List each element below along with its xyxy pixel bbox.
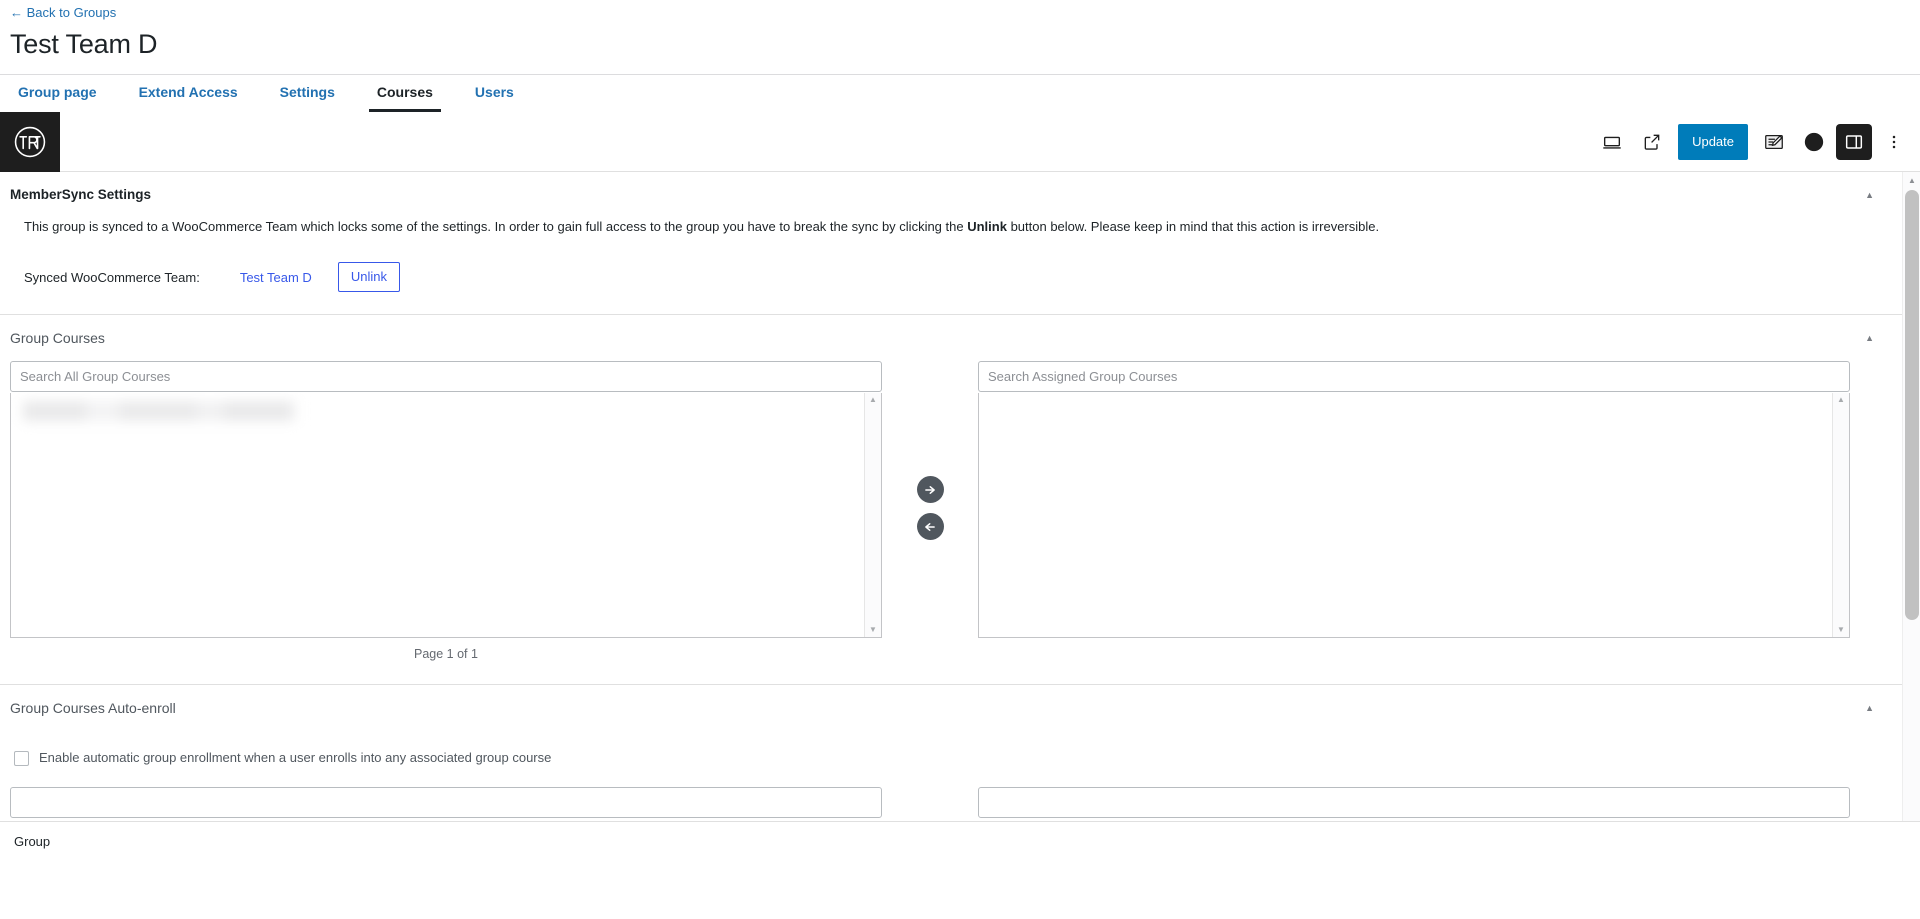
admin-bar-actions: Update (1594, 123, 1920, 160)
wordpress-logo-icon[interactable] (0, 111, 60, 172)
document-edit-icon[interactable] (1756, 124, 1792, 160)
auto-enroll-panel-header: Group Courses Auto-enroll ▲ (0, 685, 1902, 731)
tab-courses[interactable]: Courses (368, 84, 441, 112)
auto-enroll-checkbox-label[interactable]: Enable automatic group enrollment when a… (39, 749, 551, 767)
chevron-up-icon[interactable]: ▲ (1861, 187, 1878, 204)
editor-admin-bar: Update (0, 111, 1920, 172)
tab-settings[interactable]: Settings (272, 84, 343, 112)
back-to-groups-link[interactable]: ← Back to Groups (10, 4, 116, 22)
available-courses-listbox[interactable]: ▲ ▼ (10, 393, 882, 638)
membersync-panel-header: MemberSync Settings ▲ (0, 172, 1902, 218)
page-scrollbar[interactable]: ▲ ▼ (1902, 172, 1920, 861)
chevron-up-icon[interactable]: ▲ (1861, 330, 1878, 347)
chevron-up-icon[interactable]: ▲ (1861, 700, 1878, 717)
arrow-left-circle-icon[interactable] (916, 513, 944, 540)
scroll-up-arrow-icon[interactable]: ▲ (1837, 393, 1845, 407)
settings-panels: MemberSync Settings ▲ This group is sync… (0, 172, 1902, 818)
desc-part-2: button below. Please keep in mind that t… (1006, 219, 1380, 234)
scroll-down-arrow-icon[interactable]: ▼ (869, 623, 877, 637)
search-all-group-courses-input[interactable] (10, 361, 882, 392)
search-assigned-group-courses-input[interactable] (978, 361, 1850, 392)
list-item[interactable] (23, 401, 298, 421)
auto-enroll-checkbox[interactable] (14, 750, 29, 766)
editor-content-area: MemberSync Settings ▲ This group is sync… (0, 172, 1920, 861)
plugin-page-header: ← Back to Groups Test Team D (0, 0, 1920, 60)
panel-group-courses: Group Courses ▲ ▲ ▼ P (0, 314, 1902, 662)
available-courses-column: ▲ ▼ Page 1 of 1 (10, 361, 882, 662)
status-bar-breadcrumb[interactable]: Group (14, 834, 50, 849)
transfer-buttons (882, 361, 978, 540)
external-link-preview-icon[interactable] (1634, 124, 1670, 160)
editor-status-bar: Group (0, 821, 1920, 861)
desc-part-1: This group is synced to a WooCommerce Te… (24, 219, 968, 234)
arrow-right-circle-icon[interactable] (916, 476, 944, 503)
tab-group-page[interactable]: Group page (10, 84, 105, 112)
synced-team-link[interactable]: Test Team D (240, 270, 312, 285)
available-courses-scrollbar[interactable]: ▲ ▼ (864, 393, 881, 637)
tab-extend-access[interactable]: Extend Access (131, 84, 246, 112)
synced-team-row: Synced WooCommerce Team: Test Team D Unl… (24, 262, 1878, 292)
view-device-icon[interactable] (1594, 124, 1630, 160)
group-tabs: Group page Extend Access Settings Course… (0, 74, 1920, 112)
desc-unlink-bold: Unlink (967, 219, 1007, 234)
unlink-button[interactable]: Unlink (337, 262, 400, 292)
panel-membersync-settings: MemberSync Settings ▲ This group is sync… (0, 172, 1902, 314)
update-button[interactable]: Update (1678, 123, 1748, 160)
auto-enroll-search-assigned-input[interactable] (978, 787, 1850, 818)
auto-enroll-assigned-column (978, 787, 1850, 818)
synced-team-label: Synced WooCommerce Team: (24, 269, 200, 285)
assigned-courses-column: ▲ ▼ (978, 361, 1850, 638)
membersync-description: This group is synced to a WooCommerce Te… (24, 218, 1878, 236)
membersync-panel-body: This group is synced to a WooCommerce Te… (0, 218, 1902, 314)
group-courses-panel-title: Group Courses (10, 330, 105, 346)
group-courses-panel-header: Group Courses ▲ (0, 315, 1902, 361)
assigned-courses-listbox[interactable]: ▲ ▼ (978, 393, 1850, 638)
available-courses-items (11, 401, 881, 421)
panel-group-courses-auto-enroll: Group Courses Auto-enroll ▲ Enable autom… (0, 684, 1902, 818)
more-options-vertical-icon[interactable] (1876, 124, 1912, 160)
jetpack-icon[interactable] (1796, 124, 1832, 160)
auto-enroll-panel-title: Group Courses Auto-enroll (10, 700, 176, 716)
auto-enroll-dual-list (0, 787, 1902, 818)
page-title: Test Team D (10, 29, 158, 59)
group-courses-dual-list: ▲ ▼ Page 1 of 1 (0, 361, 1902, 662)
page-count-label: Page 1 of 1 (414, 647, 478, 661)
scroll-up-arrow-icon[interactable]: ▲ (869, 393, 877, 407)
scroll-down-arrow-icon[interactable]: ▼ (1837, 623, 1845, 637)
membersync-panel-title: MemberSync Settings (10, 187, 152, 202)
auto-enroll-checkbox-row: Enable automatic group enrollment when a… (14, 749, 1902, 767)
tab-users[interactable]: Users (467, 84, 522, 112)
auto-enroll-search-all-input[interactable] (10, 787, 882, 818)
auto-enroll-available-column (10, 787, 882, 818)
assigned-courses-scrollbar[interactable]: ▲ ▼ (1832, 393, 1849, 637)
settings-sidebar-icon[interactable] (1836, 123, 1872, 160)
scrollbar-thumb[interactable] (1905, 190, 1919, 620)
scrollbar-up-icon[interactable]: ▲ (1903, 172, 1920, 188)
